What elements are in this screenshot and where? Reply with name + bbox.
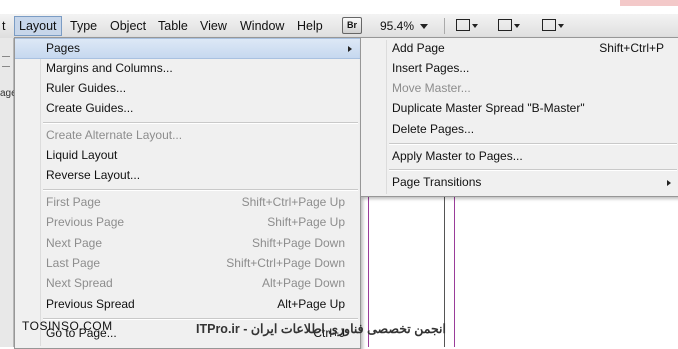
chevron-down-icon bbox=[514, 24, 520, 28]
menu-item-label: Move Master... bbox=[392, 81, 471, 95]
menu-item-label: Page Transitions bbox=[392, 175, 482, 189]
menu-item-last-page: Last Page Shift+Ctrl+Page Down bbox=[15, 254, 360, 273]
menu-item-label: Insert Pages... bbox=[392, 61, 470, 75]
menu-item-next-page: Next Page Shift+Page Down bbox=[15, 234, 360, 253]
menu-item-label: Create Alternate Layout... bbox=[46, 128, 183, 142]
menu-item-label: Last Page bbox=[46, 256, 101, 270]
menu-item-apply-master[interactable]: Apply Master to Pages... bbox=[361, 147, 678, 166]
page-guide-line bbox=[454, 196, 455, 347]
menu-item-insert-pages[interactable]: Insert Pages... bbox=[361, 59, 678, 78]
zoom-level-dropdown[interactable]: 95.4% bbox=[380, 17, 429, 35]
menu-item-label: Previous Spread bbox=[46, 297, 135, 311]
toolbar-divider bbox=[444, 18, 445, 34]
chevron-down-icon bbox=[420, 24, 429, 30]
menu-type[interactable]: Type bbox=[66, 17, 101, 35]
ruler-tick bbox=[2, 66, 10, 67]
menu-item-previous-page: Previous Page Shift+Page Up bbox=[15, 213, 360, 232]
left-panel-strip: age bbox=[0, 38, 17, 347]
submenu-arrow-icon bbox=[348, 46, 352, 52]
menu-edit[interactable]: t bbox=[0, 17, 9, 35]
watermark-left: TOSINSO.COM bbox=[22, 319, 113, 333]
menu-item-label: Ruler Guides... bbox=[46, 81, 127, 95]
menu-item-next-spread: Next Spread Alt+Page Down bbox=[15, 274, 360, 293]
menu-item-delete-pages[interactable]: Delete Pages... bbox=[361, 120, 678, 139]
menu-item-label: Duplicate Master Spread "B-Master" bbox=[392, 101, 585, 115]
menu-item-pages[interactable]: Pages bbox=[15, 38, 360, 59]
menu-item-move-master: Move Master... bbox=[361, 79, 678, 98]
menu-item-shortcut: Shift+Ctrl+Page Down bbox=[226, 256, 345, 270]
menu-window[interactable]: Window bbox=[236, 17, 288, 35]
bridge-label: Br bbox=[346, 20, 357, 30]
menu-item-label: Reverse Layout... bbox=[46, 168, 141, 182]
menu-item-liquid-layout[interactable]: Liquid Layout bbox=[15, 146, 360, 165]
menu-item-create-alternate-layout: Create Alternate Layout... bbox=[15, 126, 360, 145]
menu-object[interactable]: Object bbox=[106, 17, 150, 35]
menu-item-label: Pages bbox=[46, 41, 81, 55]
grid-icon bbox=[542, 19, 556, 31]
menu-table[interactable]: Table bbox=[154, 17, 192, 35]
pages-submenu: Add Page Shift+Ctrl+P Insert Pages... Mo… bbox=[360, 37, 678, 197]
watermark-right: ITPro.ir - انجمن تخصصی فناوری اطلاعات ای… bbox=[196, 322, 447, 336]
zoom-value: 95.4% bbox=[380, 19, 415, 33]
menu-view[interactable]: View bbox=[196, 17, 231, 35]
menu-item-create-guides[interactable]: Create Guides... bbox=[15, 99, 360, 118]
menu-separator bbox=[389, 143, 677, 145]
menu-item-label: Delete Pages... bbox=[392, 122, 475, 136]
screen-mode-icon[interactable] bbox=[496, 17, 522, 33]
menu-separator bbox=[389, 169, 677, 171]
menu-item-shortcut: Shift+Ctrl+Page Up bbox=[241, 195, 345, 209]
menu-item-label: Apply Master to Pages... bbox=[392, 149, 523, 163]
menu-item-shortcut: Shift+Page Down bbox=[251, 236, 345, 250]
ruler-tick bbox=[2, 56, 10, 57]
screen-icon bbox=[498, 19, 512, 31]
chevron-down-icon bbox=[558, 24, 564, 28]
menu-separator bbox=[43, 122, 358, 124]
menu-item-page-transitions[interactable]: Page Transitions bbox=[361, 173, 678, 192]
menu-item-first-page: First Page Shift+Ctrl+Page Up bbox=[15, 193, 360, 212]
frame-icon bbox=[456, 19, 470, 31]
menu-item-shortcut: Shift+Ctrl+P bbox=[599, 41, 664, 55]
chevron-down-icon bbox=[472, 24, 478, 28]
menu-item-label: Previous Page bbox=[46, 215, 125, 229]
menu-item-label: Next Page bbox=[46, 236, 103, 250]
menu-item-shortcut: Alt+Page Down bbox=[261, 276, 345, 290]
menu-item-label: Add Page bbox=[392, 41, 445, 55]
menu-item-shortcut: Shift+Page Up bbox=[267, 215, 345, 229]
menu-item-add-page[interactable]: Add Page Shift+Ctrl+P bbox=[361, 39, 678, 58]
menu-item-label: First Page bbox=[46, 195, 101, 209]
arrange-documents-icon[interactable] bbox=[540, 17, 566, 33]
submenu-arrow-icon bbox=[667, 180, 671, 186]
menu-item-margins-columns[interactable]: Margins and Columns... bbox=[15, 59, 360, 78]
menu-item-shortcut: Alt+Page Up bbox=[277, 297, 345, 311]
menu-item-label: Create Guides... bbox=[46, 101, 134, 115]
menu-item-previous-spread[interactable]: Previous Spread Alt+Page Up bbox=[15, 295, 360, 314]
menu-bar: t Layout Type Object Table View Window H… bbox=[0, 14, 678, 39]
menu-separator bbox=[43, 189, 358, 191]
menu-layout[interactable]: Layout bbox=[14, 16, 62, 36]
menu-item-ruler-guides[interactable]: Ruler Guides... bbox=[15, 79, 360, 98]
menu-item-label: Next Spread bbox=[46, 276, 113, 290]
background-accent-strip bbox=[620, 0, 678, 6]
view-options-icon[interactable] bbox=[454, 17, 480, 33]
menu-item-duplicate-master-spread[interactable]: Duplicate Master Spread "B-Master" bbox=[361, 99, 678, 118]
menu-item-label: Margins and Columns... bbox=[46, 61, 173, 75]
bridge-icon[interactable]: Br bbox=[342, 17, 362, 34]
menu-item-label: Liquid Layout bbox=[46, 148, 118, 162]
menu-item-reverse-layout[interactable]: Reverse Layout... bbox=[15, 166, 360, 185]
layout-menu: Pages Margins and Columns... Ruler Guide… bbox=[14, 37, 361, 349]
menu-help[interactable]: Help bbox=[293, 17, 327, 35]
